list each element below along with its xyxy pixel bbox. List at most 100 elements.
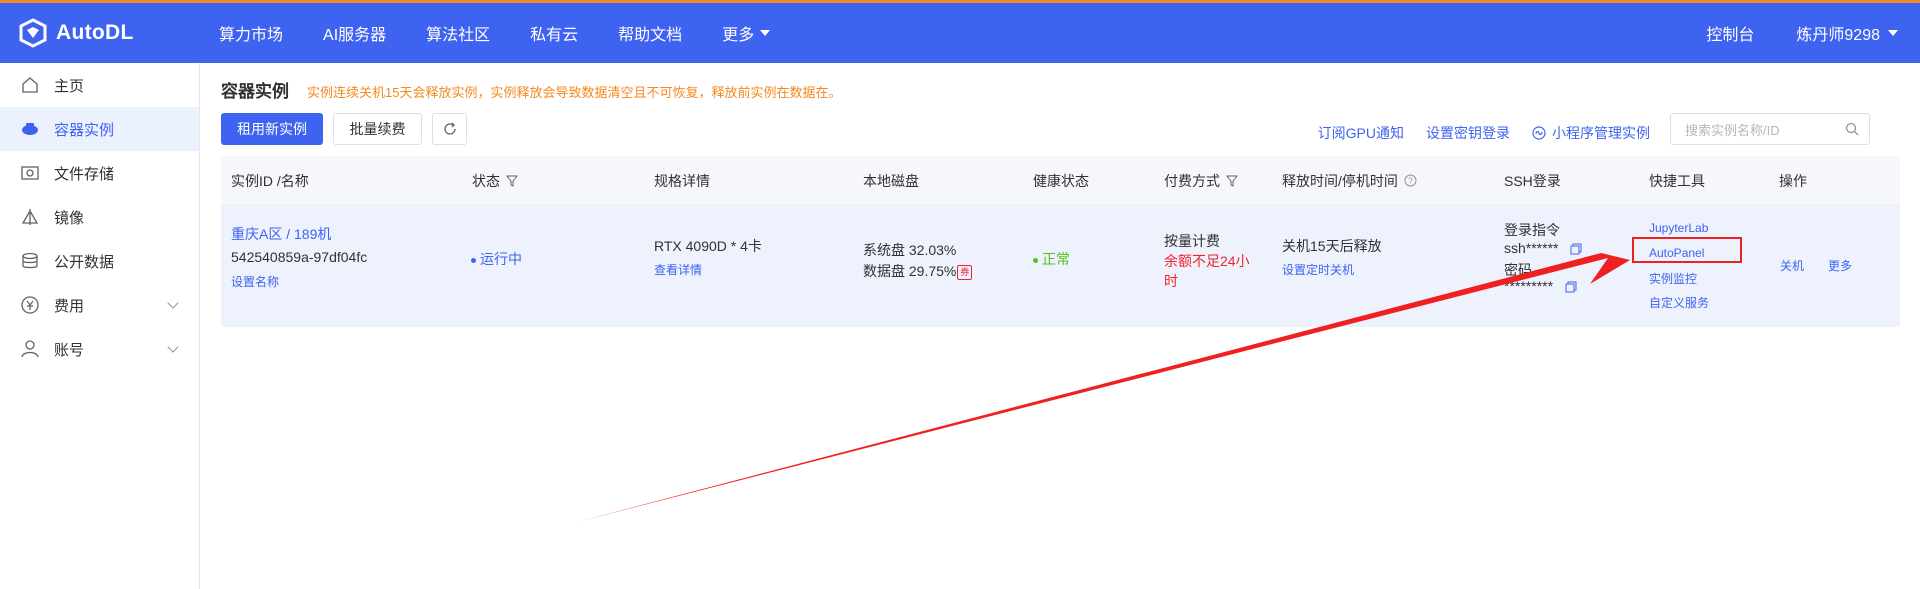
col-disk: 本地磁盘	[863, 172, 919, 189]
sidebar-item-label: 账号	[54, 341, 85, 359]
nav-more-label: 更多	[722, 27, 755, 44]
tool-custom-service[interactable]: 自定义服务	[1649, 294, 1709, 311]
logo[interactable]: AutoDL	[18, 15, 134, 51]
health-text: 正常	[1042, 251, 1070, 267]
chevron-down-icon	[167, 297, 179, 309]
nav-private-cloud[interactable]: 私有云	[530, 21, 578, 45]
instance-id: 542540859a-97df04fc	[231, 249, 368, 265]
nav-more[interactable]: 更多	[722, 21, 771, 45]
copy-icon[interactable]	[1565, 281, 1577, 293]
col-health: 健康状态	[1033, 172, 1089, 189]
user-menu[interactable]: 炼丹师9298	[1796, 21, 1898, 45]
search-icon[interactable]	[1845, 122, 1859, 136]
more-button[interactable]: 更多	[1828, 257, 1852, 274]
tool-jupyterlab[interactable]: JupyterLab	[1649, 221, 1708, 235]
storage-icon	[20, 163, 40, 183]
status-dot	[471, 257, 476, 263]
database-icon	[20, 251, 40, 271]
release-notice: 实例连续关机15天会释放实例，实例释放会导致数据清空且不可恢复，释放前实例在数据…	[307, 85, 842, 100]
nav-private-cloud-label: 私有云	[530, 27, 579, 44]
svg-text:?: ?	[1408, 177, 1413, 186]
nav-market-label: 算力市场	[219, 27, 284, 44]
table-row: 重庆A区 / 189机 542540859a-97df04fc 设置名称 运行中…	[221, 205, 1900, 327]
miniprogram-label: 小程序管理实例	[1552, 124, 1650, 141]
status-badge: 运行中	[471, 249, 522, 269]
nav-docs-label: 帮助文档	[618, 27, 683, 44]
caret-down-icon	[1888, 30, 1898, 36]
col-status[interactable]: 状态	[472, 156, 518, 205]
table-header: 实例ID /名称 状态 规格详情 本地磁盘 健康状态 付费方式 释放时间/停机时…	[221, 156, 1900, 205]
set-name-link[interactable]: 设置名称	[231, 273, 279, 290]
sidebar-item-billing[interactable]: 费用	[0, 283, 199, 327]
tool-monitor[interactable]: 实例监控	[1649, 270, 1697, 287]
miniprogram-icon	[1532, 125, 1546, 140]
health-badge: 正常	[1033, 249, 1070, 269]
billing-type: 按量计费	[1164, 233, 1220, 249]
sidebar-item-label: 公开数据	[54, 253, 115, 271]
top-right: 控制台 炼丹师9298	[1706, 3, 1920, 63]
sidebar-item-storage[interactable]: 文件存储	[0, 151, 199, 195]
pwd-label: 密码	[1504, 262, 1532, 278]
refresh-button[interactable]	[432, 113, 467, 145]
ssh-cmd-value: ssh******	[1504, 240, 1559, 256]
col-release: 释放时间/停机时间 ?	[1282, 156, 1417, 205]
sidebar-item-home[interactable]: 主页	[0, 63, 199, 107]
instance-region-link[interactable]: 重庆A区 / 189机	[231, 224, 331, 244]
yen-icon	[20, 295, 40, 315]
search-input[interactable]: 搜索实例名称/ID	[1670, 113, 1870, 145]
search-placeholder: 搜索实例名称/ID	[1685, 122, 1780, 138]
batch-renew-button[interactable]: 批量续费	[333, 113, 422, 145]
sidebar-item-label: 费用	[54, 297, 85, 315]
sidebar-item-account[interactable]: 账号	[0, 327, 199, 371]
miniprogram-link[interactable]: 小程序管理实例	[1532, 123, 1650, 143]
copy-icon[interactable]	[1570, 243, 1582, 255]
chevron-down-icon	[167, 341, 179, 353]
view-detail-link[interactable]: 查看详情	[654, 261, 702, 278]
nav-market[interactable]: 算力市场	[219, 21, 283, 45]
health-dot	[1033, 257, 1038, 263]
nav-docs[interactable]: 帮助文档	[618, 21, 682, 45]
col-spec: 规格详情	[654, 172, 710, 189]
sidebar-item-public-data[interactable]: 公开数据	[0, 239, 199, 283]
nav-community-label: 算法社区	[426, 27, 491, 44]
coupon-badge[interactable]: 券	[957, 264, 973, 280]
release-text: 关机15天后释放	[1282, 238, 1382, 254]
sidebar-item-images[interactable]: 镜像	[0, 195, 199, 239]
col-ops: 操作	[1779, 172, 1807, 189]
col-id: 实例ID /名称	[231, 172, 309, 189]
sidebar-item-containers[interactable]: 容器实例	[0, 107, 199, 151]
filter-icon[interactable]	[1226, 175, 1238, 187]
console-link[interactable]: 控制台	[1706, 21, 1754, 45]
balance-warning-line1: 余额不足24小	[1164, 253, 1250, 269]
shutdown-button[interactable]: 关机	[1780, 257, 1804, 274]
col-release-label: 释放时间/停机时间	[1282, 172, 1398, 189]
set-timer-link[interactable]: 设置定时关机	[1282, 261, 1354, 278]
user-icon	[20, 339, 40, 359]
filter-icon[interactable]	[506, 175, 518, 187]
rent-new-instance-button[interactable]: 租用新实例	[221, 113, 323, 145]
col-billing[interactable]: 付费方式	[1164, 156, 1238, 205]
container-icon	[20, 119, 40, 139]
system-disk: 系统盘 32.03%	[863, 242, 957, 258]
data-disk-text: 数据盘 29.75%	[863, 263, 957, 279]
ssh-cmd-label: 登录指令	[1504, 222, 1560, 238]
nav-ai-server-label: AI服务器	[323, 27, 387, 44]
image-icon	[20, 207, 40, 227]
highlight-box	[1632, 237, 1742, 263]
nav-community[interactable]: 算法社区	[426, 21, 490, 45]
gpu-notice-link[interactable]: 订阅GPU通知	[1318, 123, 1404, 143]
col-status-label: 状态	[472, 172, 500, 189]
main-nav: 算力市场 AI服务器 算法社区 私有云 帮助文档 更多	[219, 3, 810, 63]
data-disk: 数据盘 29.75% 券	[863, 261, 973, 281]
col-billing-label: 付费方式	[1164, 172, 1220, 189]
balance-warning-line2: 时	[1164, 273, 1178, 289]
caret-down-icon	[760, 30, 771, 36]
help-icon[interactable]: ?	[1404, 174, 1417, 187]
home-icon	[20, 75, 40, 95]
sidebar-item-label: 文件存储	[54, 165, 115, 183]
ssh-key-link[interactable]: 设置密钥登录	[1426, 123, 1510, 143]
sidebar: 主页 容器实例 文件存储 镜像 公开数据 费用 账号	[0, 63, 200, 589]
nav-ai-server[interactable]: AI服务器	[323, 21, 386, 45]
refresh-icon	[443, 122, 456, 135]
pwd-value: *********	[1504, 278, 1554, 294]
